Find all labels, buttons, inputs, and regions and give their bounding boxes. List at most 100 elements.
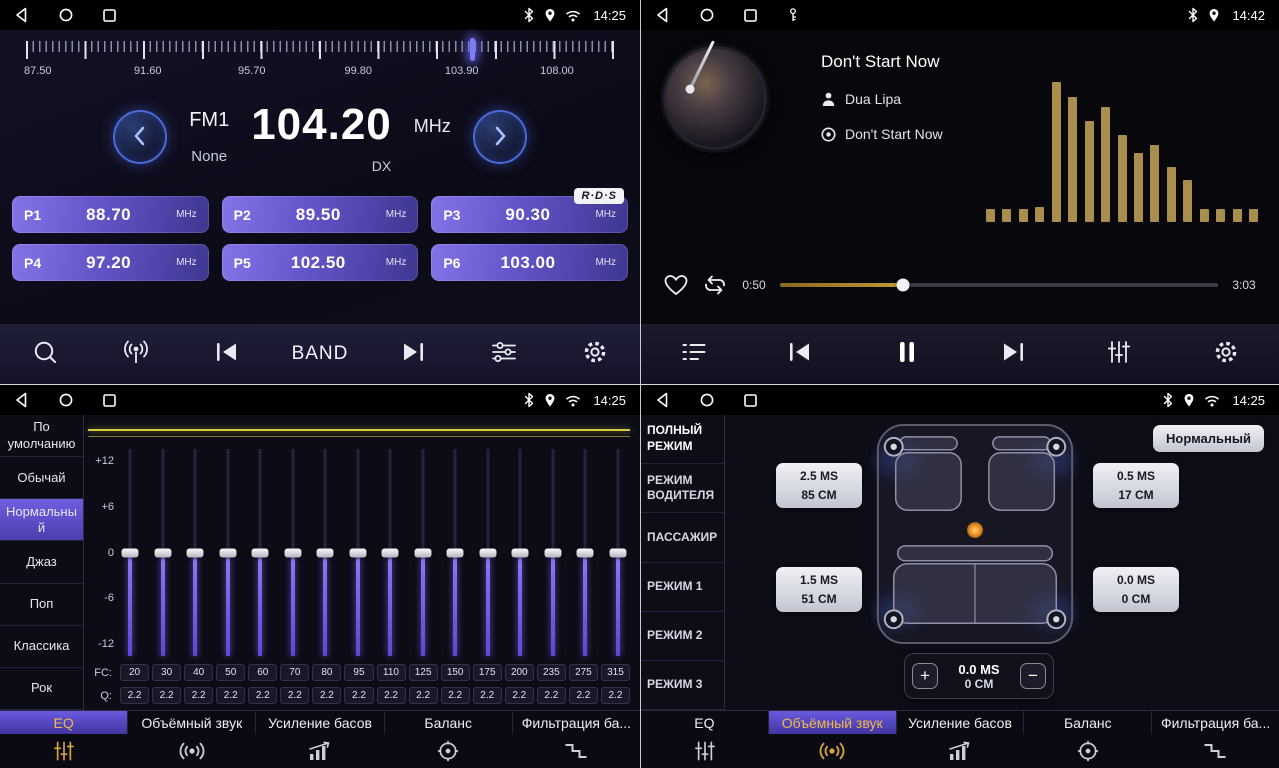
delay-front-left-button[interactable]: 2.5 MS 85 CM: [776, 463, 862, 508]
surround-preset-button[interactable]: Нормальный: [1153, 425, 1264, 452]
slider-thumb[interactable]: [349, 548, 366, 557]
eq-preset-item[interactable]: По умолчанию: [0, 415, 83, 457]
eq-band-slider[interactable]: [577, 449, 593, 656]
home-button[interactable]: [700, 393, 714, 407]
slider-thumb[interactable]: [414, 548, 431, 557]
audio-tab-3[interactable]: Баланс: [385, 711, 513, 734]
eq-preset-item[interactable]: Рок: [0, 668, 83, 710]
eq-band-slider[interactable]: [512, 449, 528, 656]
tuning-pointer[interactable]: [470, 38, 475, 61]
audio-tab-2[interactable]: Усиление басов: [897, 711, 1025, 734]
eq-band-slider[interactable]: [317, 449, 333, 656]
home-button[interactable]: [59, 393, 73, 407]
eq-band-slider[interactable]: [382, 449, 398, 656]
slider-thumb[interactable]: [154, 548, 171, 557]
eq-preset-item[interactable]: Нормальный: [0, 499, 83, 541]
delay-rear-right-button[interactable]: 0.0 MS 0 CM: [1093, 567, 1179, 612]
delay-rear-left-button[interactable]: 1.5 MS 51 CM: [776, 567, 862, 612]
repeat-button[interactable]: [702, 274, 728, 296]
preset-button-p6[interactable]: P6103.00MHz: [431, 244, 628, 281]
slider-thumb[interactable]: [609, 548, 626, 557]
broadcast-button[interactable]: [110, 332, 162, 376]
surround-mode-item[interactable]: ПОЛНЫЙ РЕЖИМ: [641, 415, 724, 464]
back-button[interactable]: [655, 392, 670, 408]
surround-mode-item[interactable]: РЕЖИМ ВОДИТЕЛЯ: [641, 464, 724, 513]
eq-band-slider[interactable]: [252, 449, 268, 656]
recents-button[interactable]: [103, 9, 116, 22]
next-station-button[interactable]: [387, 332, 439, 376]
balance-tab-icon[interactable]: [384, 740, 512, 762]
preset-button-p5[interactable]: P5102.50MHz: [222, 244, 419, 281]
eq-band-slider[interactable]: [480, 449, 496, 656]
eq-tab-icon[interactable]: [0, 741, 128, 761]
back-button[interactable]: [14, 392, 29, 408]
slider-thumb[interactable]: [479, 548, 496, 557]
preset-button-p4[interactable]: P497.20MHz: [12, 244, 209, 281]
previous-station-button[interactable]: [201, 332, 253, 376]
filter-tab-icon[interactable]: [1151, 741, 1279, 761]
eq-band-slider[interactable]: [220, 449, 236, 656]
eq-preset-item[interactable]: Обычай: [0, 457, 83, 499]
audio-tab-0[interactable]: EQ: [0, 711, 128, 734]
recents-button[interactable]: [744, 9, 757, 22]
increase-delay-button[interactable]: +: [912, 663, 938, 689]
playlist-button[interactable]: [668, 332, 720, 376]
slider-thumb[interactable]: [382, 548, 399, 557]
eq-band-slider[interactable]: [545, 449, 561, 656]
band-button[interactable]: BAND: [292, 332, 349, 376]
equalizer-button[interactable]: [1093, 332, 1145, 376]
equalizer-button[interactable]: [478, 332, 530, 376]
delay-front-right-button[interactable]: 0.5 MS 17 CM: [1093, 463, 1179, 508]
audio-tab-3[interactable]: Баланс: [1024, 711, 1152, 734]
progress-thumb[interactable]: [896, 279, 909, 292]
pause-button[interactable]: [881, 332, 933, 376]
slider-thumb[interactable]: [544, 548, 561, 557]
surround-mode-item[interactable]: ПАССАЖИР: [641, 513, 724, 562]
slider-thumb[interactable]: [577, 548, 594, 557]
eq-preset-item[interactable]: Джаз: [0, 541, 83, 583]
surround-mode-item[interactable]: РЕЖИМ 1: [641, 563, 724, 612]
slider-thumb[interactable]: [122, 548, 139, 557]
slider-thumb[interactable]: [219, 548, 236, 557]
back-button[interactable]: [14, 7, 29, 23]
audio-tab-1[interactable]: Объёмный звук: [128, 711, 256, 734]
audio-tab-4[interactable]: Фильтрация ба...: [1152, 711, 1279, 734]
slider-thumb[interactable]: [447, 548, 464, 557]
next-track-button[interactable]: [987, 332, 1039, 376]
eq-band-slider[interactable]: [415, 449, 431, 656]
previous-track-button[interactable]: [774, 332, 826, 376]
slider-thumb[interactable]: [252, 548, 269, 557]
settings-button[interactable]: [1200, 332, 1252, 376]
seek-bar[interactable]: [780, 283, 1218, 287]
eq-band-slider[interactable]: [122, 449, 138, 656]
eq-preset-item[interactable]: Классика: [0, 626, 83, 668]
bass-boost-tab-icon[interactable]: [256, 741, 384, 761]
decrease-delay-button[interactable]: −: [1020, 663, 1046, 689]
bass-boost-tab-icon[interactable]: [896, 741, 1024, 761]
audio-tab-0[interactable]: EQ: [641, 711, 769, 734]
eq-band-slider[interactable]: [610, 449, 626, 656]
surround-tab-icon[interactable]: [769, 741, 897, 761]
scan-button[interactable]: [19, 332, 71, 376]
eq-band-slider[interactable]: [447, 449, 463, 656]
recents-button[interactable]: [744, 394, 757, 407]
surround-mode-item[interactable]: РЕЖИМ 3: [641, 661, 724, 710]
filter-tab-icon[interactable]: [512, 741, 640, 761]
eq-band-slider[interactable]: [187, 449, 203, 656]
balance-tab-icon[interactable]: [1024, 740, 1152, 762]
slider-thumb[interactable]: [317, 548, 334, 557]
preset-button-p2[interactable]: P289.50MHz: [222, 196, 419, 233]
eq-band-slider[interactable]: [285, 449, 301, 656]
favorite-button[interactable]: [663, 273, 689, 297]
slider-thumb[interactable]: [187, 548, 204, 557]
surround-tab-icon[interactable]: [128, 741, 256, 761]
audio-tab-2[interactable]: Усиление басов: [256, 711, 384, 734]
settings-button[interactable]: [569, 332, 621, 376]
audio-tab-1[interactable]: Объёмный звук: [769, 711, 897, 734]
surround-mode-item[interactable]: РЕЖИМ 2: [641, 612, 724, 661]
back-button[interactable]: [655, 7, 670, 23]
preset-button-p1[interactable]: P188.70MHz: [12, 196, 209, 233]
tune-down-button[interactable]: [113, 110, 167, 164]
frequency-scale[interactable]: 87.50 91.60 95.70 99.80 103.90 108.00: [26, 38, 614, 88]
slider-thumb[interactable]: [512, 548, 529, 557]
